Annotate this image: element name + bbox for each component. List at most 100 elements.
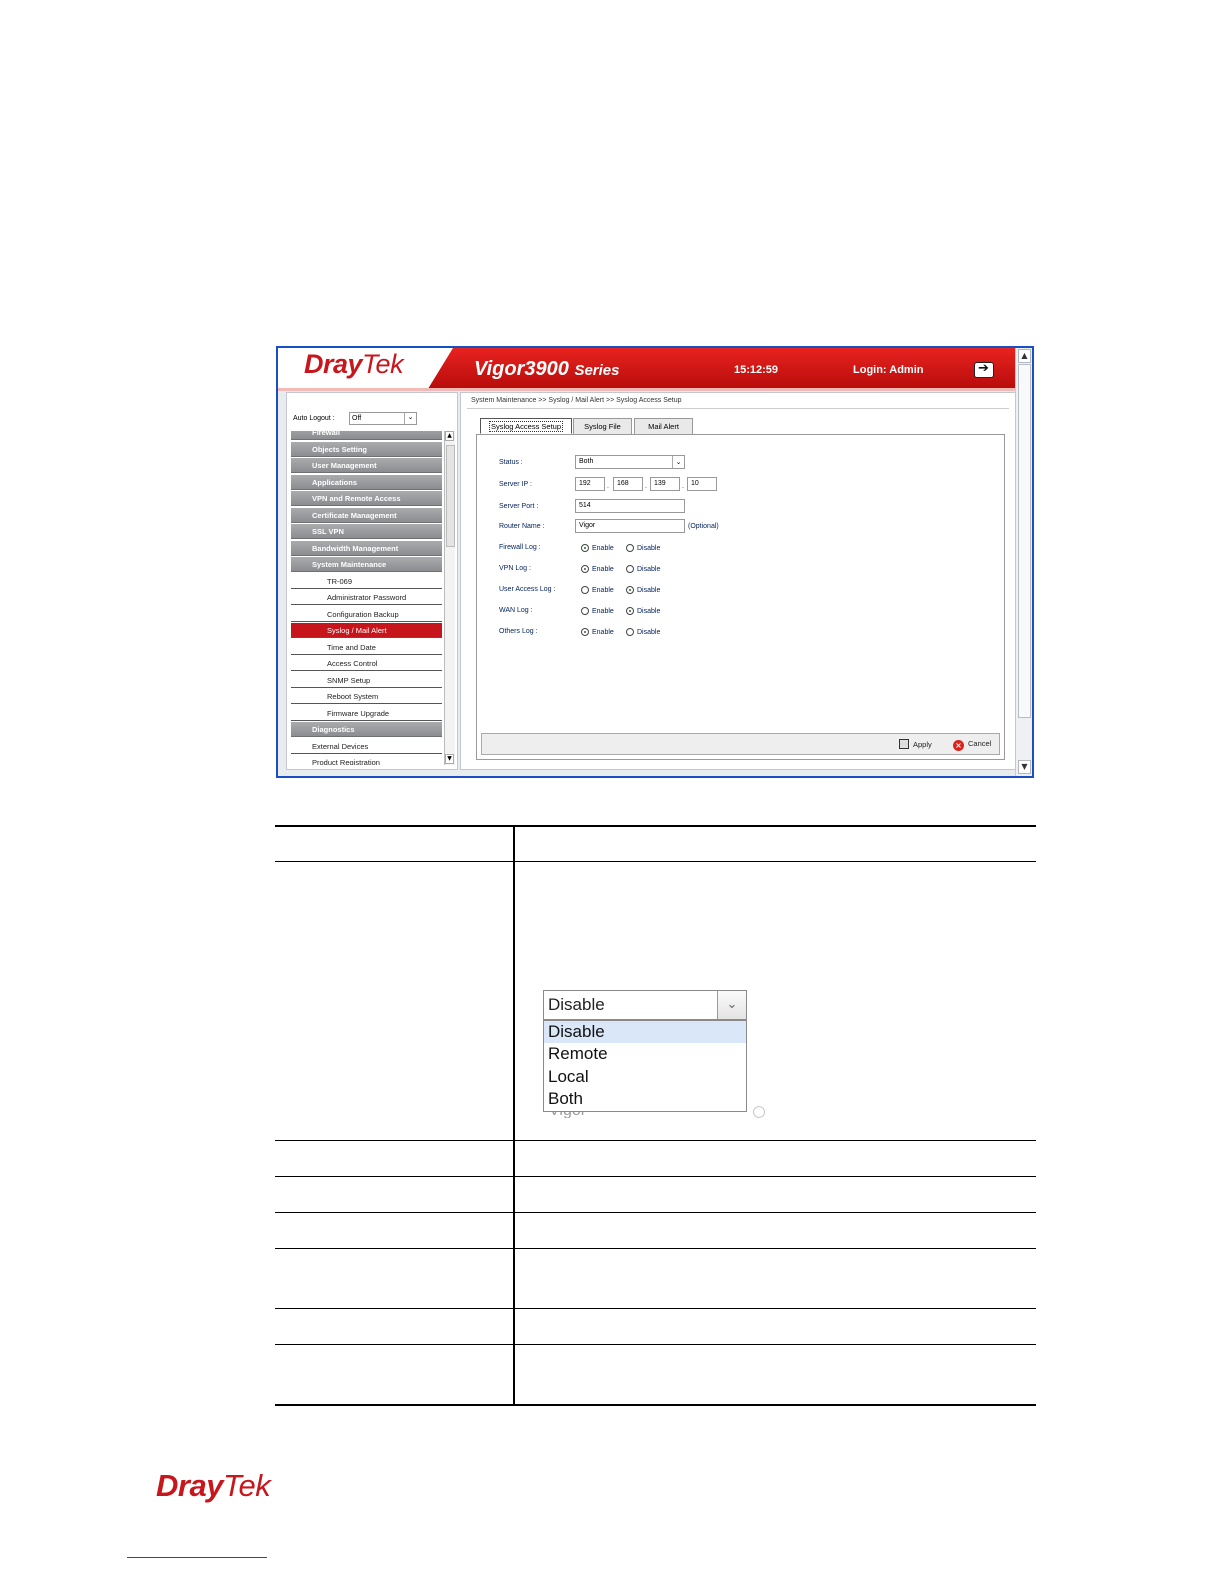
tab-mail-alert[interactable]: Mail Alert [634, 418, 693, 434]
scroll-up-icon[interactable]: ▲ [1018, 349, 1031, 363]
login-status: Login: Admin [853, 364, 924, 376]
sidebar-item[interactable]: Product Registration [291, 755, 442, 765]
dropdown-option[interactable]: Remote [544, 1043, 746, 1065]
log-enable-radio[interactable]: Enable [581, 544, 614, 552]
radio-unchecked-icon [626, 565, 634, 573]
radio-label: Disable [637, 587, 661, 594]
router-name-input[interactable]: Vigor [575, 519, 685, 533]
sidebar-menu: Firewall Objects Setting User Management Ap… [291, 431, 442, 765]
status-select[interactable]: Both ⌄ [575, 455, 685, 469]
ip-dot: . [645, 483, 647, 490]
sidebar-item[interactable]: Administrator Password [291, 590, 442, 605]
auto-logout-label: Auto Logout : [293, 415, 335, 422]
table-rule [275, 1212, 1036, 1213]
action-bar: Apply × Cancel [481, 733, 1000, 755]
sidebar-item[interactable]: VPN and Remote Access [291, 491, 442, 506]
log-enable-radio[interactable]: Enable [581, 628, 614, 636]
log-enable-radio[interactable]: Enable [581, 565, 614, 573]
scroll-down-icon[interactable]: ▼ [445, 754, 454, 764]
sidebar-item[interactable]: Syslog / Mail Alert [291, 623, 442, 638]
ip-dot: . [682, 483, 684, 490]
ip-dot: . [607, 483, 609, 490]
sidebar-item[interactable]: Bandwidth Management [291, 540, 442, 556]
log-disable-radio[interactable]: Disable [626, 586, 660, 594]
radio-checked-icon [626, 586, 634, 594]
scroll-down-icon[interactable]: ▼ [1018, 760, 1031, 774]
sidebar-scrollbar[interactable]: ▲ ▼ [444, 431, 455, 765]
clock: 15:12:59 [734, 364, 779, 376]
status-dropdown[interactable]: Disable ⌄ [543, 990, 747, 1020]
sidebar-item[interactable]: Diagnostics [291, 722, 442, 737]
sidebar-item[interactable]: Certificate Management [291, 507, 442, 523]
status-dropdown-illustration: Disable ⌄ Vigor Disable Remote Local Bot… [543, 990, 765, 1120]
server-ip-octet-1[interactable]: 192 [575, 477, 605, 491]
table-rule [275, 1308, 1036, 1309]
sidebar-item[interactable]: Applications [291, 474, 442, 490]
sidebar-item[interactable]: System Maintenance [291, 557, 442, 572]
sidebar-item[interactable]: Firmware Upgrade [291, 705, 442, 721]
sidebar-item[interactable]: Objects Setting [291, 441, 442, 457]
tab-syslog-file[interactable]: Syslog File [573, 418, 632, 434]
sidebar-item[interactable]: External Devices [291, 738, 442, 754]
server-ip-octet-2[interactable]: 168 [613, 477, 643, 491]
chevron-down-icon: ⌄ [672, 456, 684, 468]
server-ip-octet-4[interactable]: 10 [687, 477, 717, 491]
window-scrollbar[interactable]: ▲ ▼ [1015, 348, 1032, 776]
content-area: System Maintenance >> Syslog / Mail Aler… [460, 392, 1016, 770]
router-name-label: Router Name : [499, 523, 545, 530]
status-label: Status : [499, 459, 523, 466]
sidebar-item[interactable]: User Management [291, 458, 442, 473]
scroll-up-icon[interactable]: ▲ [445, 431, 454, 441]
sidebar-item[interactable]: Reboot System [291, 689, 442, 704]
radio-label: Enable [592, 587, 614, 594]
sidebar-item[interactable]: Access Control [291, 656, 442, 671]
radio-checked-icon [626, 607, 634, 615]
radio-checked-icon [581, 628, 589, 636]
log-label: User Access Log : [499, 586, 556, 593]
sidebar-scrollbar-thumb[interactable] [446, 445, 455, 547]
draytek-logo: DrayTek [304, 349, 404, 379]
log-disable-radio[interactable]: Disable [626, 628, 660, 636]
sidebar-item[interactable]: Time and Date [291, 639, 442, 655]
radio-label: Disable [637, 608, 661, 615]
table-rule [275, 1404, 1036, 1406]
log-enable-radio[interactable]: Enable [581, 586, 614, 594]
footer-rule [127, 1557, 267, 1558]
dropdown-option[interactable]: Local [544, 1066, 746, 1088]
radio-unchecked-icon [581, 586, 589, 594]
dropdown-option[interactable]: Both [544, 1088, 746, 1110]
header-bar: DrayTek Vigor3900 Series 15:12:59 Login:… [278, 348, 1018, 388]
router-web-ui-screenshot: DrayTek Vigor3900 Series 15:12:59 Login:… [276, 346, 1034, 778]
log-disable-radio[interactable]: Disable [626, 607, 660, 615]
auto-logout-select[interactable]: Off ⌄ [349, 412, 417, 425]
optional-hint: (Optional) [688, 523, 719, 530]
server-port-input[interactable]: 514 [575, 499, 685, 513]
chevron-down-icon[interactable]: ⌄ [717, 991, 746, 1019]
log-disable-radio[interactable]: Disable [626, 565, 660, 573]
sidebar-item[interactable]: TR-069 [291, 573, 442, 589]
sidebar-item[interactable]: Configuration Backup [291, 606, 442, 622]
radio-unchecked-icon [626, 628, 634, 636]
logout-icon[interactable]: ➔ [974, 361, 994, 378]
log-label: Others Log : [499, 628, 538, 635]
apply-button[interactable]: Apply [899, 739, 932, 749]
sidebar-item[interactable]: Firewall [291, 431, 442, 440]
server-ip-octet-3[interactable]: 139 [650, 477, 680, 491]
breadcrumb-divider [467, 408, 1009, 409]
table-rule [275, 861, 1036, 862]
table-rule [275, 1248, 1036, 1249]
log-enable-radio[interactable]: Enable [581, 607, 614, 615]
radio-label: Disable [637, 545, 661, 552]
dropdown-option[interactable]: Disable [544, 1021, 746, 1043]
server-port-label: Server Port : [499, 503, 539, 510]
breadcrumb: System Maintenance >> Syslog / Mail Aler… [471, 397, 682, 404]
table-rule [275, 1140, 1036, 1141]
server-ip-label: Server IP : [499, 481, 532, 488]
scrollbar-thumb[interactable] [1018, 364, 1031, 718]
cancel-button[interactable]: × Cancel [953, 739, 991, 751]
sidebar-item[interactable]: SSL VPN [291, 524, 442, 539]
log-disable-radio[interactable]: Disable [626, 544, 660, 552]
radio-label: Enable [592, 545, 614, 552]
sidebar-item[interactable]: SNMP Setup [291, 672, 442, 688]
tab-syslog-access-setup[interactable]: Syslog Access Setup [480, 418, 572, 434]
